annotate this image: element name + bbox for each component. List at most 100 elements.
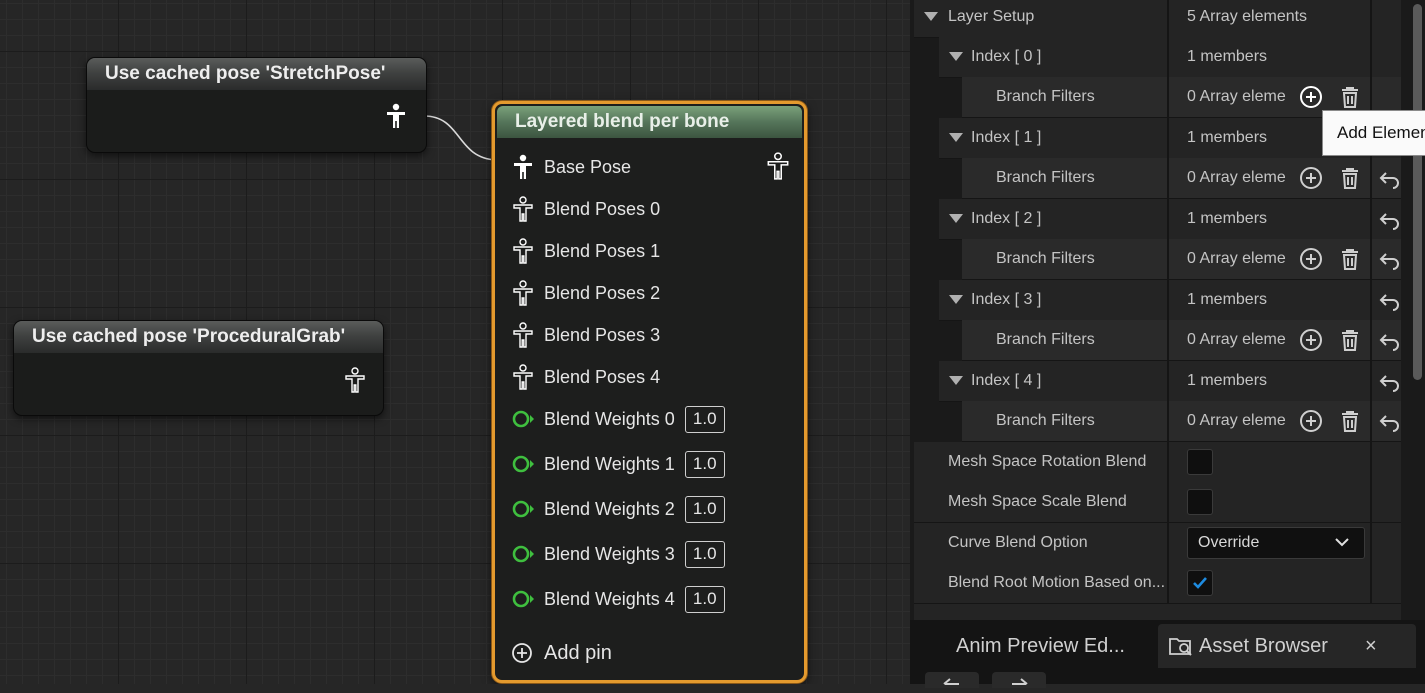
property-value: 1 members <box>1187 48 1268 65</box>
trash-icon[interactable] <box>1338 328 1362 352</box>
expand-arrow-icon[interactable] <box>949 133 963 142</box>
float-pin-icon <box>512 545 534 563</box>
pin-blend-poses-4[interactable]: Blend Poses 4 <box>511 362 660 392</box>
property-value: 1 members <box>1187 210 1268 227</box>
pin-label: Blend Weights 3 <box>544 543 675 564</box>
details-scrollbar[interactable] <box>1412 0 1425 380</box>
pin-label: Blend Weights 4 <box>544 588 675 609</box>
pin-blend-weights-4[interactable]: Blend Weights 4 1.0 <box>511 584 725 614</box>
pin-blend-weights-1[interactable]: Blend Weights 1 1.0 <box>511 449 725 479</box>
trash-icon[interactable] <box>1338 166 1362 190</box>
property-label: Mesh Space Rotation Blend <box>948 453 1147 470</box>
weight-value-field[interactable]: 1.0 <box>684 585 725 613</box>
property-index-2[interactable]: Index [ 2 ] 1 members <box>939 199 1401 240</box>
pin-blend-weights-3[interactable]: Blend Weights 3 1.0 <box>511 539 725 569</box>
pose-pin-icon <box>513 196 533 222</box>
add-element-icon[interactable] <box>1299 409 1323 433</box>
property-branch-filters-4[interactable]: Branch Filters 0 Array eleme <box>962 401 1401 442</box>
add-element-icon[interactable] <box>1299 85 1323 109</box>
folder-search-icon <box>1169 638 1192 656</box>
property-value: 0 Array eleme <box>1187 169 1286 186</box>
pin-blend-weights-2[interactable]: Blend Weights 2 1.0 <box>511 494 725 524</box>
mesh-scale-checkbox[interactable] <box>1187 489 1213 515</box>
tab-asset-browser[interactable]: Asset Browser × <box>1158 624 1416 668</box>
weight-value-field[interactable]: 1.0 <box>684 450 725 478</box>
reset-to-default-icon[interactable] <box>1378 207 1402 231</box>
curve-blend-dropdown[interactable]: Override <box>1187 527 1365 559</box>
property-label: Index [ 3 ] <box>971 291 1042 308</box>
reset-to-default-icon[interactable] <box>1378 247 1402 271</box>
pose-pin-icon <box>513 364 533 390</box>
property-index-0[interactable]: Index [ 0 ] 1 members <box>939 37 1401 78</box>
float-pin-icon <box>512 590 534 608</box>
panel-footer <box>914 604 1401 620</box>
float-pin-icon <box>512 500 534 518</box>
property-value: 0 Array eleme <box>1187 250 1286 267</box>
property-label: Blend Root Motion Based on... <box>948 574 1166 591</box>
add-element-icon[interactable] <box>1299 247 1323 271</box>
tab-anim-preview-editor[interactable]: Anim Preview Ed... <box>956 624 1125 668</box>
property-label: Layer Setup <box>948 8 1035 25</box>
trash-icon[interactable] <box>1338 85 1362 109</box>
property-layer-setup[interactable]: Layer Setup 5 Array elements <box>914 0 1401 38</box>
property-mesh-space-scale-blend[interactable]: Mesh Space Scale Blend <box>914 482 1401 523</box>
trash-icon[interactable] <box>1338 247 1362 271</box>
bottom-tab-bar: Anim Preview Ed... Asset Browser × <box>910 620 1425 684</box>
weight-value-field[interactable]: 1.0 <box>684 495 725 523</box>
close-tab-icon[interactable]: × <box>1365 624 1377 668</box>
anim-graph-canvas[interactable]: Use cached pose 'StretchPose' Use cached… <box>0 0 910 684</box>
mesh-rotation-checkbox[interactable] <box>1187 449 1213 475</box>
property-branch-filters-2[interactable]: Branch Filters 0 Array eleme <box>962 239 1401 280</box>
pin-blend-poses-3[interactable]: Blend Poses 3 <box>511 320 660 350</box>
trash-icon[interactable] <box>1338 409 1362 433</box>
root-motion-checkbox[interactable] <box>1187 570 1213 596</box>
property-value: 0 Array eleme <box>1187 331 1286 348</box>
add-pin-button[interactable]: Add pin <box>511 638 612 668</box>
expand-arrow-icon[interactable] <box>949 376 963 385</box>
property-index-4[interactable]: Index [ 4 ] 1 members <box>939 361 1401 402</box>
property-value: 1 members <box>1187 291 1268 308</box>
weight-value-field[interactable]: 1.0 <box>684 540 725 568</box>
property-branch-filters-1[interactable]: Branch Filters 0 Array eleme <box>962 158 1401 199</box>
pose-output-pin-icon[interactable] <box>344 367 366 393</box>
back-button[interactable] <box>925 672 979 688</box>
pin-label: Blend Poses 2 <box>544 282 661 303</box>
add-element-icon[interactable] <box>1299 328 1323 352</box>
node-cached-pose-grab[interactable]: Use cached pose 'ProceduralGrab' <box>13 320 384 416</box>
reset-to-default-icon[interactable] <box>1378 369 1402 393</box>
property-mesh-space-rotation-blend[interactable]: Mesh Space Rotation Blend <box>914 442 1401 483</box>
pose-output-pin-icon[interactable] <box>766 152 790 180</box>
expand-arrow-icon[interactable] <box>949 295 963 304</box>
property-blend-root-motion[interactable]: Blend Root Motion Based on... <box>914 563 1401 604</box>
arrow-left-icon <box>943 678 959 685</box>
weight-value-field[interactable]: 1.0 <box>684 405 725 433</box>
tab-label: Asset Browser <box>1199 635 1328 657</box>
pin-label: Blend Poses 1 <box>544 240 661 261</box>
reset-to-default-icon[interactable] <box>1378 328 1402 352</box>
node-cached-pose-stretch[interactable]: Use cached pose 'StretchPose' <box>86 57 427 153</box>
pin-blend-poses-1[interactable]: Blend Poses 1 <box>511 236 660 266</box>
pin-blend-weights-0[interactable]: Blend Weights 0 1.0 <box>511 404 725 434</box>
pin-blend-poses-2[interactable]: Blend Poses 2 <box>511 278 660 308</box>
pin-base-pose[interactable]: Base Pose <box>511 152 631 182</box>
expand-arrow-icon[interactable] <box>924 12 938 21</box>
scrollbar-thumb[interactable] <box>1413 4 1422 380</box>
property-branch-filters-3[interactable]: Branch Filters 0 Array eleme <box>962 320 1401 361</box>
reset-to-default-icon[interactable] <box>1378 166 1402 190</box>
property-label: Index [ 1 ] <box>971 129 1042 146</box>
pin-blend-poses-0[interactable]: Blend Poses 0 <box>511 194 660 224</box>
add-circle-icon <box>512 643 532 663</box>
pose-output-pin-icon[interactable] <box>385 103 407 129</box>
property-curve-blend-option[interactable]: Curve Blend Option Override <box>914 523 1401 564</box>
pin-label: Blend Poses 0 <box>544 198 661 219</box>
expand-arrow-icon[interactable] <box>949 52 963 61</box>
property-label: Branch Filters <box>996 88 1095 105</box>
expand-arrow-icon[interactable] <box>949 214 963 223</box>
forward-button[interactable] <box>992 672 1046 688</box>
node-layered-blend-per-bone[interactable]: Layered blend per bone Base Pose Blend P… <box>492 101 807 683</box>
add-element-icon[interactable] <box>1299 166 1323 190</box>
reset-to-default-icon[interactable] <box>1378 288 1402 312</box>
property-index-3[interactable]: Index [ 3 ] 1 members <box>939 280 1401 321</box>
reset-to-default-icon[interactable] <box>1378 409 1402 433</box>
pin-label: Base Pose <box>544 156 632 177</box>
